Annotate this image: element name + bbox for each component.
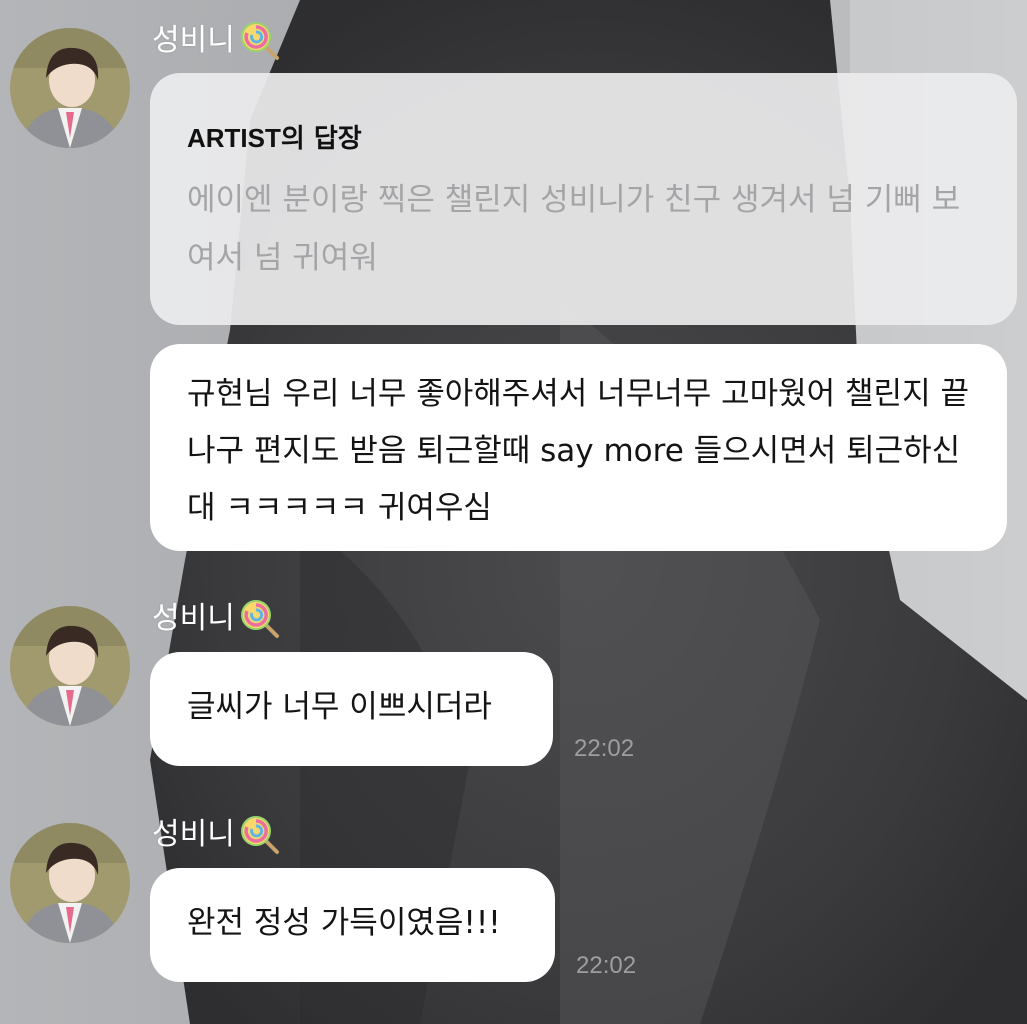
- avatar[interactable]: [10, 28, 130, 148]
- lollipop-icon: [240, 816, 279, 854]
- quoted-reply-bubble[interactable]: ARTIST의 답장 에이엔 분이랑 찍은 챌린지 성비니가 친구 생겨서 넘 …: [150, 73, 1017, 325]
- quoted-text: 에이엔 분이랑 찍은 챌린지 성비니가 친구 생겨서 넘 기뻐 보여서 넘 귀여…: [187, 182, 961, 276]
- sender-name: 성비니: [152, 814, 281, 856]
- lollipop-icon: [240, 22, 279, 60]
- reply-label-suffix: 의 답장: [280, 124, 362, 154]
- message-time: 22:02: [576, 952, 637, 979]
- message-time: 22:02: [574, 735, 635, 762]
- artist-label: ARTIST: [187, 123, 281, 153]
- sender-name-text: 성비니: [152, 601, 235, 636]
- sender-name: 성비니: [152, 20, 281, 62]
- reply-message-text: 규현님 우리 너무 좋아해주셔서 너무너무 고마웠어 챌린지 끝나구 편지도 받…: [187, 376, 969, 526]
- avatar[interactable]: [10, 606, 130, 726]
- lollipop-icon: [240, 600, 279, 638]
- reply-message-bubble[interactable]: 규현님 우리 너무 좋아해주셔서 너무너무 고마웠어 챌린지 끝나구 편지도 받…: [150, 344, 1007, 551]
- message-text: 글씨가 너무 이쁘시더라: [187, 689, 492, 725]
- reply-label: ARTIST의 답장: [187, 118, 981, 155]
- message-text: 완전 정성 가득이였음!!!: [187, 905, 501, 941]
- sender-name-text: 성비니: [152, 23, 235, 58]
- message-bubble[interactable]: 글씨가 너무 이쁘시더라: [150, 652, 553, 766]
- sender-name-text: 성비니: [152, 817, 235, 852]
- sender-name: 성비니: [152, 598, 281, 640]
- message-bubble[interactable]: 완전 정성 가득이였음!!!: [150, 868, 555, 982]
- avatar[interactable]: [10, 823, 130, 943]
